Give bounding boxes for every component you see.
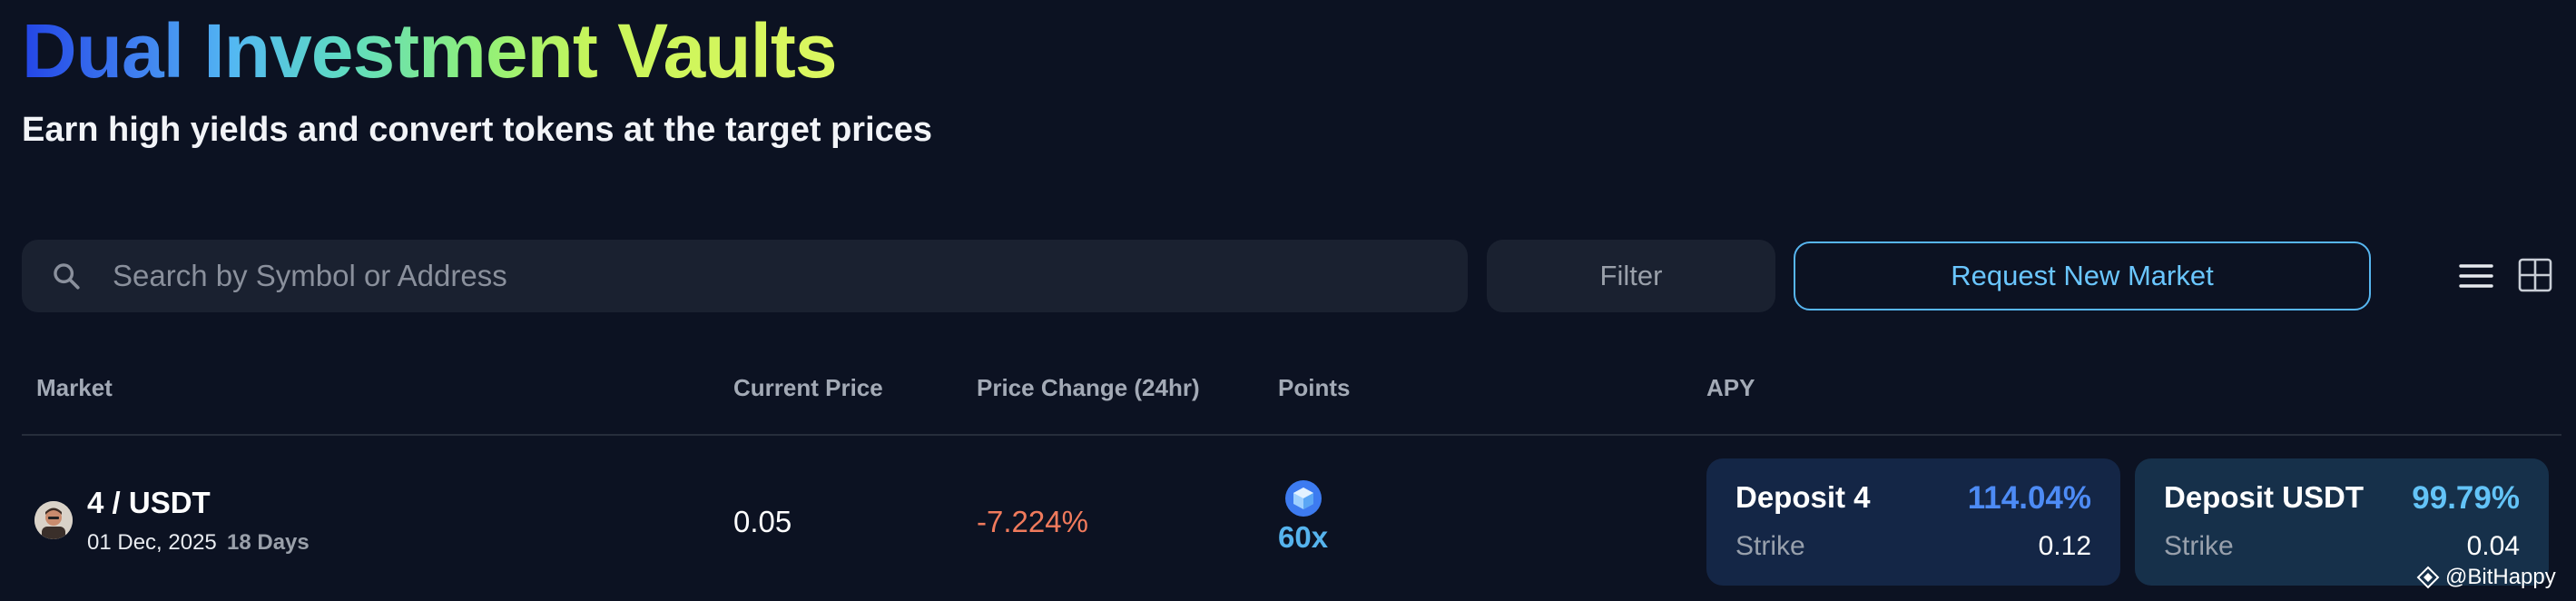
- page-title: Dual Investment Vaults: [22, 8, 838, 94]
- dual-investment-page: Dual Investment Vaults Earn high yields …: [0, 0, 2576, 601]
- points-cube-icon: [1285, 480, 1322, 517]
- page-subtitle: Earn high yields and convert tokens at t…: [22, 111, 933, 149]
- column-header-current-price: Current Price: [733, 374, 883, 401]
- strike-value: 0.04: [2466, 531, 2520, 561]
- filter-button[interactable]: Filter: [1487, 240, 1775, 312]
- column-header-points: Points: [1278, 374, 1351, 401]
- column-header-apy: APY: [1706, 374, 1755, 401]
- strike-value: 0.12: [2038, 531, 2091, 561]
- market-pair: 4 / USDT: [87, 486, 211, 519]
- request-new-market-button[interactable]: Request New Market: [1794, 241, 2371, 310]
- strike-label: Strike: [1735, 531, 1805, 561]
- days-remaining: 18 Days: [227, 530, 310, 555]
- column-header-price-change: Price Change (24hr): [977, 374, 1200, 401]
- grid-view-icon[interactable]: [2518, 258, 2552, 292]
- strike-label: Strike: [2164, 531, 2234, 561]
- expiry-date: 01 Dec, 2025: [87, 530, 217, 555]
- search-icon: [54, 263, 80, 290]
- search-input[interactable]: [113, 259, 1383, 293]
- list-view-icon[interactable]: [2458, 258, 2494, 294]
- deposit-card-title: Deposit 4: [1735, 480, 1871, 514]
- table-divider: [22, 434, 2561, 436]
- column-header-market: Market: [36, 374, 113, 401]
- diamond-icon: [2416, 566, 2440, 589]
- watermark-text: @BitHappy: [2445, 565, 2556, 589]
- deposit-card-apy: 114.04%: [1967, 480, 2091, 516]
- deposit-card-apy: 99.79%: [2412, 480, 2520, 516]
- price-change: -7.224%: [977, 505, 1088, 538]
- points-multiplier: 60x: [1278, 520, 1329, 554]
- current-price: 0.05: [733, 505, 792, 538]
- watermark: @BitHappy: [2416, 565, 2556, 590]
- deposit-card-title: Deposit USDT: [2164, 480, 2365, 514]
- search-bar[interactable]: [22, 240, 1468, 312]
- token-avatar-icon: [34, 501, 73, 539]
- deposit-card[interactable]: Deposit 4 114.04% Strike 0.12: [1706, 458, 2120, 586]
